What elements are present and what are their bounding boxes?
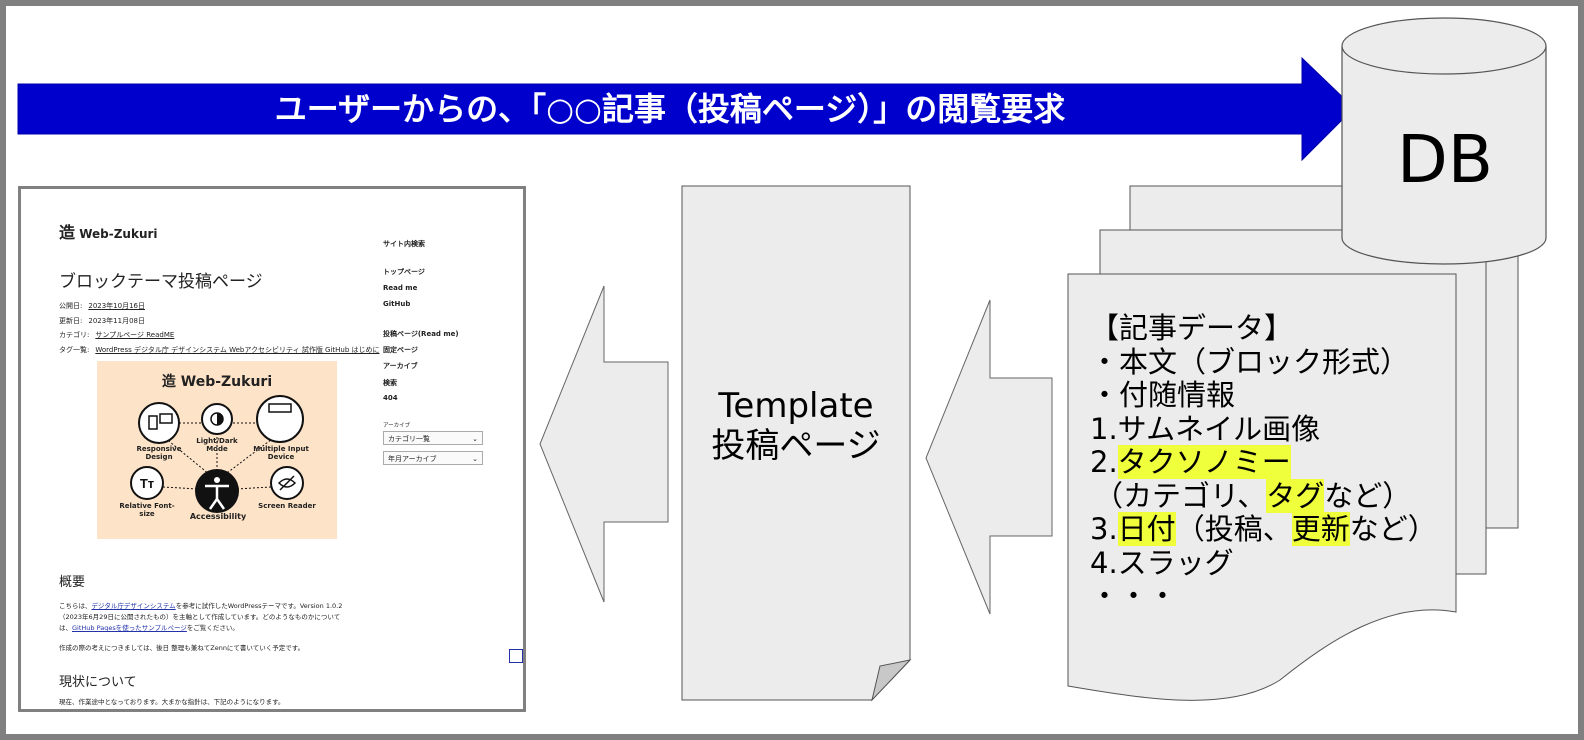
article-data-text: 【記事データ】 ・本文（ブロック形式） ・付随情報 1.サムネイル画像 2.タク… [1090, 311, 1460, 614]
page-title: ブロックテーマ投稿ページ [59, 272, 263, 292]
responsive-design-icon [138, 402, 180, 444]
chevron-down-icon: ⌄ [472, 455, 478, 463]
logo-kanji: 造 [59, 223, 76, 242]
status-paragraph: 現在、作業途中となっております。大まかな指針は、下記のようになります。 [59, 698, 285, 706]
sidebar-link-archive[interactable]: アーカイブ [383, 361, 418, 371]
tags-row: タグ一覧: WordPress デジタル庁 デザインシステム Webアクセシビリテ… [59, 345, 380, 355]
para-text: をご覧ください。 [186, 624, 239, 632]
db-label: DB [1396, 121, 1494, 198]
sidebar-link-search[interactable]: 検索 [383, 378, 397, 388]
logo-text: Web-Zukuri [79, 227, 158, 241]
overview-paragraph: こちらは、デジタル庁デザインシステムを参考に試作したWordPressテーマです… [59, 601, 379, 634]
feature-accessibility: Accessibility [189, 512, 247, 521]
request-arrow-label: ユーザーからの、「○○記事（投稿ページ）」の閲覧要求 [274, 90, 1066, 128]
para-text: こちらは、 [59, 602, 92, 610]
sidebar-link-readme[interactable]: Read me [383, 284, 417, 292]
article-line-rest: など） [1324, 478, 1412, 513]
article-data-title: 【記事データ】 [1090, 311, 1294, 345]
article-line-ellipsis: ・・・ [1090, 579, 1178, 613]
updated-row: 更新日: 2023年11月08日 [59, 316, 145, 326]
sidebar-link-post[interactable]: 投稿ページ(Read me) [383, 329, 459, 339]
published-label: 公開日: [59, 302, 83, 310]
scroll-marker[interactable] [509, 649, 523, 663]
category-select-value: カテゴリ一覧 [388, 435, 430, 443]
article-line-slug: 4.スラッグ [1090, 545, 1234, 580]
published-date[interactable]: 2023年10月16日 [88, 302, 145, 310]
arrow-template-to-page [539, 285, 669, 603]
template-label: Template 投稿ページ [690, 386, 902, 466]
sidebar-archive-label: アーカイブ [383, 423, 411, 429]
article-line-rest: など） [1349, 512, 1437, 546]
month-select-value: 年月アーカイブ [388, 455, 437, 463]
category-label: カテゴリ: [59, 331, 90, 339]
para-text: は、 [59, 624, 72, 632]
article-line-taxonomy: 2.タクソノミー [1090, 445, 1460, 480]
arrow-data-to-template [925, 299, 1053, 615]
category-select[interactable]: カテゴリ一覧 ⌄ [383, 431, 483, 445]
svg-text:Tт: Tт [140, 476, 154, 491]
article-line-mid: （投稿、 [1175, 512, 1292, 546]
feature-font-size: Relative Font-size [119, 502, 175, 518]
section-overview-heading: 概要 [59, 575, 86, 590]
section-status-heading: 現状について [59, 675, 137, 690]
month-select[interactable]: 年月アーカイブ ⌄ [383, 451, 483, 465]
design-system-link[interactable]: デジタル庁デザインシステム [92, 602, 176, 610]
article-line-extra: ・付随情報 [1090, 378, 1236, 412]
article-line-taxonomy-detail: （カテゴリ、タグなど） [1090, 478, 1460, 514]
chevron-down-icon: ⌄ [472, 435, 478, 443]
category-row: カテゴリ: サンプルページ ReadME [59, 330, 174, 340]
article-line-prefix: （カテゴリ、 [1094, 478, 1267, 513]
category-links[interactable]: サンプルページ ReadME [95, 331, 174, 339]
highlight-taxonomy: タクソノミー [1117, 445, 1291, 479]
feature-screen-reader: Screen Reader [258, 502, 316, 510]
article-line-date: 3.日付（投稿、更新など） [1090, 512, 1460, 547]
highlight-date: 日付 [1117, 512, 1176, 546]
note-paragraph: 作成の際の考えにつきましては、後日 整理も兼ねてZennにて書いていく予定です。 [59, 644, 305, 652]
para-text: を参考に試作したWordPressテーマです。Version 1.0.2 [175, 602, 343, 610]
sidebar-link-404[interactable]: 404 [383, 394, 398, 402]
article-line-body: ・本文（ブロック形式） [1090, 344, 1410, 379]
sidebar-search[interactable]: サイト内検索 [383, 239, 425, 249]
updated-date: 2023年11月08日 [88, 317, 145, 325]
sidebar-link-github[interactable]: GitHub [383, 300, 410, 308]
site-logo: 造 Web-Zukuri [59, 219, 158, 243]
highlight-updated: 更新 [1291, 512, 1350, 546]
highlight-tag: タグ [1266, 478, 1325, 513]
template-label-line1: Template [718, 386, 874, 426]
feature-multiple-input: Multiple Input Device [253, 445, 309, 461]
para-text: （2023年6月29日に公開されたもの）を主軸として作成しています。どのようなも… [59, 613, 341, 621]
sidebar-link-top[interactable]: トップページ [383, 267, 425, 277]
article-line-prefix: 3. [1090, 512, 1118, 546]
published-row: 公開日: 2023年10月16日 [59, 301, 145, 311]
sample-page-link[interactable]: GitHub Pagesを使ったサンプルページ [72, 624, 187, 632]
multiple-input-device-icon [256, 395, 304, 443]
sidebar-link-fixed[interactable]: 固定ページ [383, 345, 418, 355]
tags-label: タグ一覧: [59, 346, 90, 354]
feature-light-dark: Light/Dark Mode [196, 437, 238, 453]
feature-responsive: Responsive Design [136, 445, 182, 461]
updated-label: 更新日: [59, 317, 83, 325]
hero-image: 造 Web-Zukuri Tт Responsive Design Light/… [97, 361, 337, 539]
tag-links[interactable]: WordPress デジタル庁 デザインシステム Webアクセシビリティ 試作版… [95, 346, 379, 354]
rendered-page-screenshot: 造 Web-Zukuri ブロックテーマ投稿ページ 公開日: 2023年10月16… [18, 186, 526, 712]
article-line-thumbnail: 1.サムネイル画像 [1090, 411, 1321, 446]
template-label-line2: 投稿ページ [711, 426, 881, 466]
article-line-prefix: 2. [1090, 445, 1118, 479]
